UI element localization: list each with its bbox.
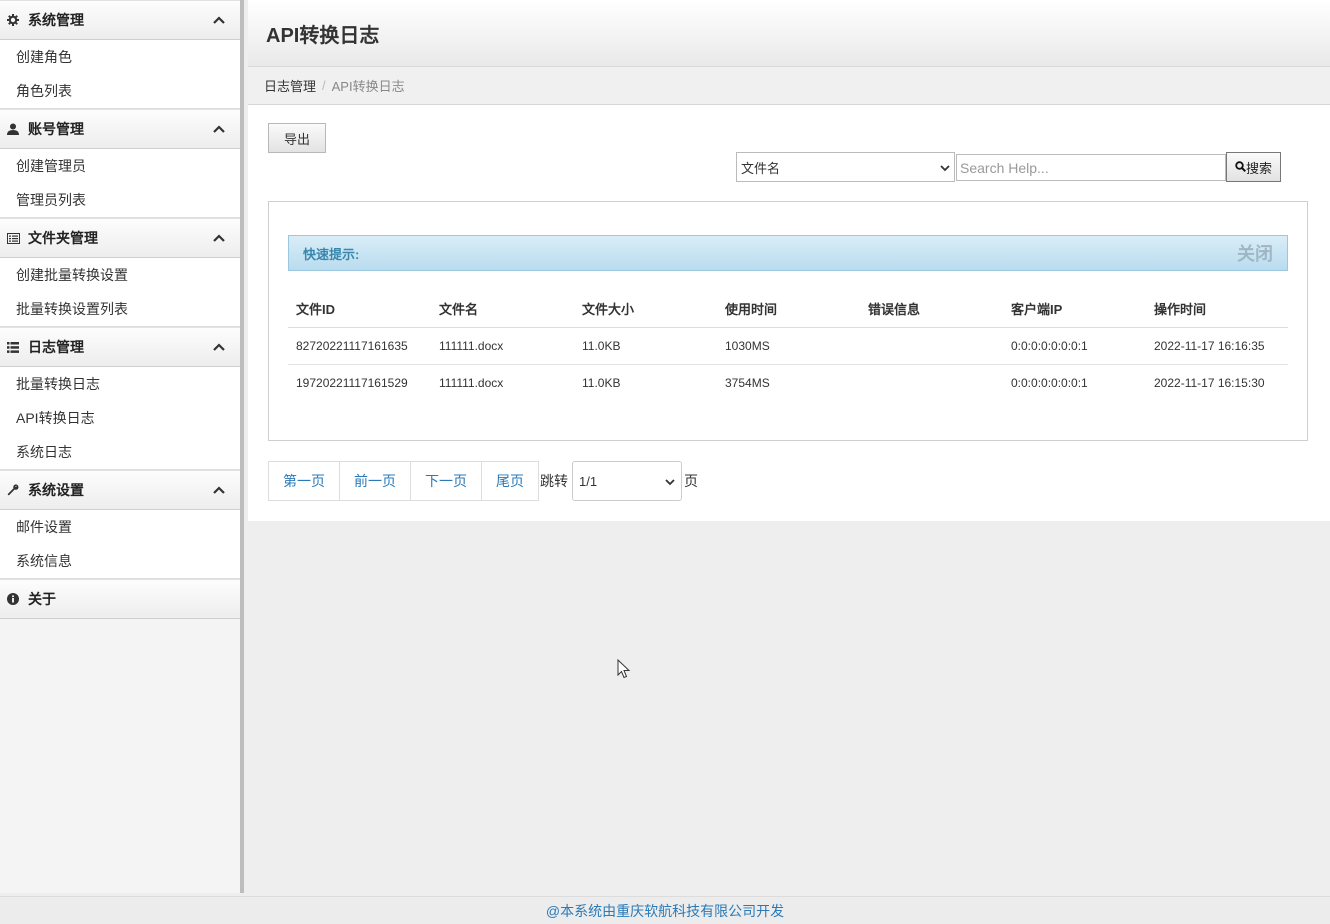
chevron-up-icon (212, 483, 226, 497)
sidebar-item-create-role[interactable]: 创建角色 (0, 40, 240, 74)
breadcrumb-log-management[interactable]: 日志管理 (264, 76, 316, 95)
sidebar-item-create-batch-setting[interactable]: 创建批量转换设置 (0, 258, 240, 292)
gear-icon (6, 13, 20, 27)
nav-group-title: 日志管理 (28, 339, 84, 355)
column-header: 使用时间 (717, 290, 860, 328)
chevron-down-icon (665, 474, 675, 489)
last-page-button[interactable]: 尾页 (482, 462, 538, 500)
sidebar-item-api-log[interactable]: API转换日志 (0, 401, 240, 435)
sidebar-item-system-info[interactable]: 系统信息 (0, 544, 240, 578)
pagination-buttons: 第一页 前一页 下一页 尾页 (268, 461, 539, 501)
cell-duration: 3754MS (725, 375, 770, 390)
sidebar-item-create-admin[interactable]: 创建管理员 (0, 149, 240, 183)
list-alt-icon (6, 231, 20, 245)
main-content: API转换日志 日志管理 / API转换日志 导出 文件名 搜索 快速提示: 关… (248, 0, 1330, 521)
page-select-value: 1/1 (579, 473, 598, 489)
sidebar-item-batch-setting-list[interactable]: 批量转换设置列表 (0, 292, 240, 326)
cell-error (860, 364, 1003, 401)
breadcrumb: 日志管理 / API转换日志 (248, 67, 1330, 105)
search-button-label: 搜索 (1245, 160, 1272, 176)
column-header: 文件名 (431, 290, 574, 328)
next-page-button[interactable]: 下一页 (411, 462, 482, 500)
log-table: 文件ID 文件名 文件大小 使用时间 错误信息 客户端IP 操作时间 82720… (288, 290, 1288, 401)
column-header: 操作时间 (1146, 290, 1288, 328)
search-field-value: 文件名 (741, 160, 781, 176)
table-row[interactable]: 19720221117161529 111111.docx 11.0KB 375… (288, 364, 1288, 401)
footer-text[interactable]: @本系统由重庆软航科技有限公司开发 (546, 901, 784, 921)
pagination: 第一页 前一页 下一页 尾页 跳转 1/1 页 (268, 461, 698, 501)
hint-close-button[interactable]: 关闭 (1237, 240, 1273, 266)
cell-operation-time: 2022-11-17 16:15:30 (1154, 375, 1265, 390)
sidebar-item-mail-settings[interactable]: 邮件设置 (0, 510, 240, 544)
column-header: 客户端IP (1003, 290, 1146, 328)
log-panel: 快速提示: 关闭 文件ID 文件名 文件大小 使用时间 错误信息 客户端IP 操… (268, 201, 1308, 441)
sidebar-item-admin-list[interactable]: 管理员列表 (0, 183, 240, 217)
first-page-button[interactable]: 第一页 (269, 462, 340, 500)
cell-file-id: 82720221117161635 (288, 327, 431, 365)
nav-group-about[interactable]: 关于 (0, 579, 240, 619)
cell-file-id: 19720221117161529 (296, 375, 408, 390)
sidebar-item-system-log[interactable]: 系统日志 (0, 435, 240, 469)
quick-hint-label: 快速提示: (303, 246, 360, 262)
cell-file-name: 111111.docx (439, 375, 504, 390)
chevron-up-icon (212, 122, 226, 136)
sidebar: 系统管理 创建角色 角色列表 账号管理 创建管理员 管理员列表 文件夹管理 创建… (0, 0, 244, 893)
user-icon (6, 122, 20, 136)
search-icon (1235, 160, 1246, 175)
page-unit-label: 页 (684, 473, 698, 489)
nav-group-system-management[interactable]: 系统管理 (0, 0, 240, 40)
chevron-up-icon (212, 231, 226, 245)
page-select[interactable]: 1/1 (572, 461, 682, 501)
page-header: API转换日志 (248, 0, 1330, 67)
nav-group-title: 系统设置 (28, 482, 84, 498)
search-input[interactable] (956, 154, 1226, 181)
nav-group-account-management[interactable]: 账号管理 (0, 109, 240, 149)
cell-error (860, 327, 1003, 365)
cell-file-size: 11.0KB (582, 375, 621, 390)
nav-group-system-settings[interactable]: 系统设置 (0, 470, 240, 510)
search-button[interactable]: 搜索 (1226, 152, 1281, 182)
toolbar: 导出 文件名 搜索 (248, 105, 1330, 200)
column-header: 错误信息 (860, 290, 1003, 328)
cell-file-name: 111111.docx (431, 327, 574, 365)
nav-group-title: 文件夹管理 (28, 230, 98, 246)
table-row[interactable]: 82720221117161635 111111.docx 11.0KB 103… (288, 327, 1288, 365)
quick-hint-bar: 快速提示: 关闭 (288, 235, 1288, 271)
export-button[interactable]: 导出 (268, 123, 326, 153)
info-icon (6, 592, 20, 606)
nav-group-folder-management[interactable]: 文件夹管理 (0, 218, 240, 258)
list-icon (6, 340, 20, 354)
page-title: API转换日志 (266, 24, 380, 47)
nav-group-title: 账号管理 (28, 121, 84, 137)
breadcrumb-current: API转换日志 (331, 79, 405, 94)
cell-file-size: 11.0KB (574, 327, 717, 365)
prev-page-button[interactable]: 前一页 (340, 462, 411, 500)
cell-client-ip: 0:0:0:0:0:0:0:1 (1011, 375, 1088, 390)
sidebar-item-role-list[interactable]: 角色列表 (0, 74, 240, 108)
cell-operation-time: 2022-11-17 16:16:35 (1146, 327, 1288, 365)
search-field-select[interactable]: 文件名 (736, 152, 955, 182)
wrench-icon (6, 483, 20, 497)
nav-group-log-management[interactable]: 日志管理 (0, 327, 240, 367)
chevron-down-icon (940, 160, 950, 175)
breadcrumb-separator: / (322, 78, 326, 93)
mouse-cursor-icon (617, 659, 631, 679)
chevron-up-icon (212, 13, 226, 27)
cell-client-ip: 0:0:0:0:0:0:0:1 (1003, 327, 1146, 365)
footer: @本系统由重庆软航科技有限公司开发 (0, 896, 1330, 924)
nav-group-title: 关于 (28, 591, 56, 607)
nav-group-title: 系统管理 (28, 12, 84, 28)
sidebar-item-batch-log[interactable]: 批量转换日志 (0, 367, 240, 401)
jump-label: 跳转 (540, 473, 568, 489)
column-header: 文件ID (288, 290, 431, 328)
column-header: 文件大小 (574, 290, 717, 328)
table-header-row: 文件ID 文件名 文件大小 使用时间 错误信息 客户端IP 操作时间 (288, 290, 1288, 328)
cell-duration: 1030MS (717, 327, 860, 365)
chevron-up-icon (212, 340, 226, 354)
